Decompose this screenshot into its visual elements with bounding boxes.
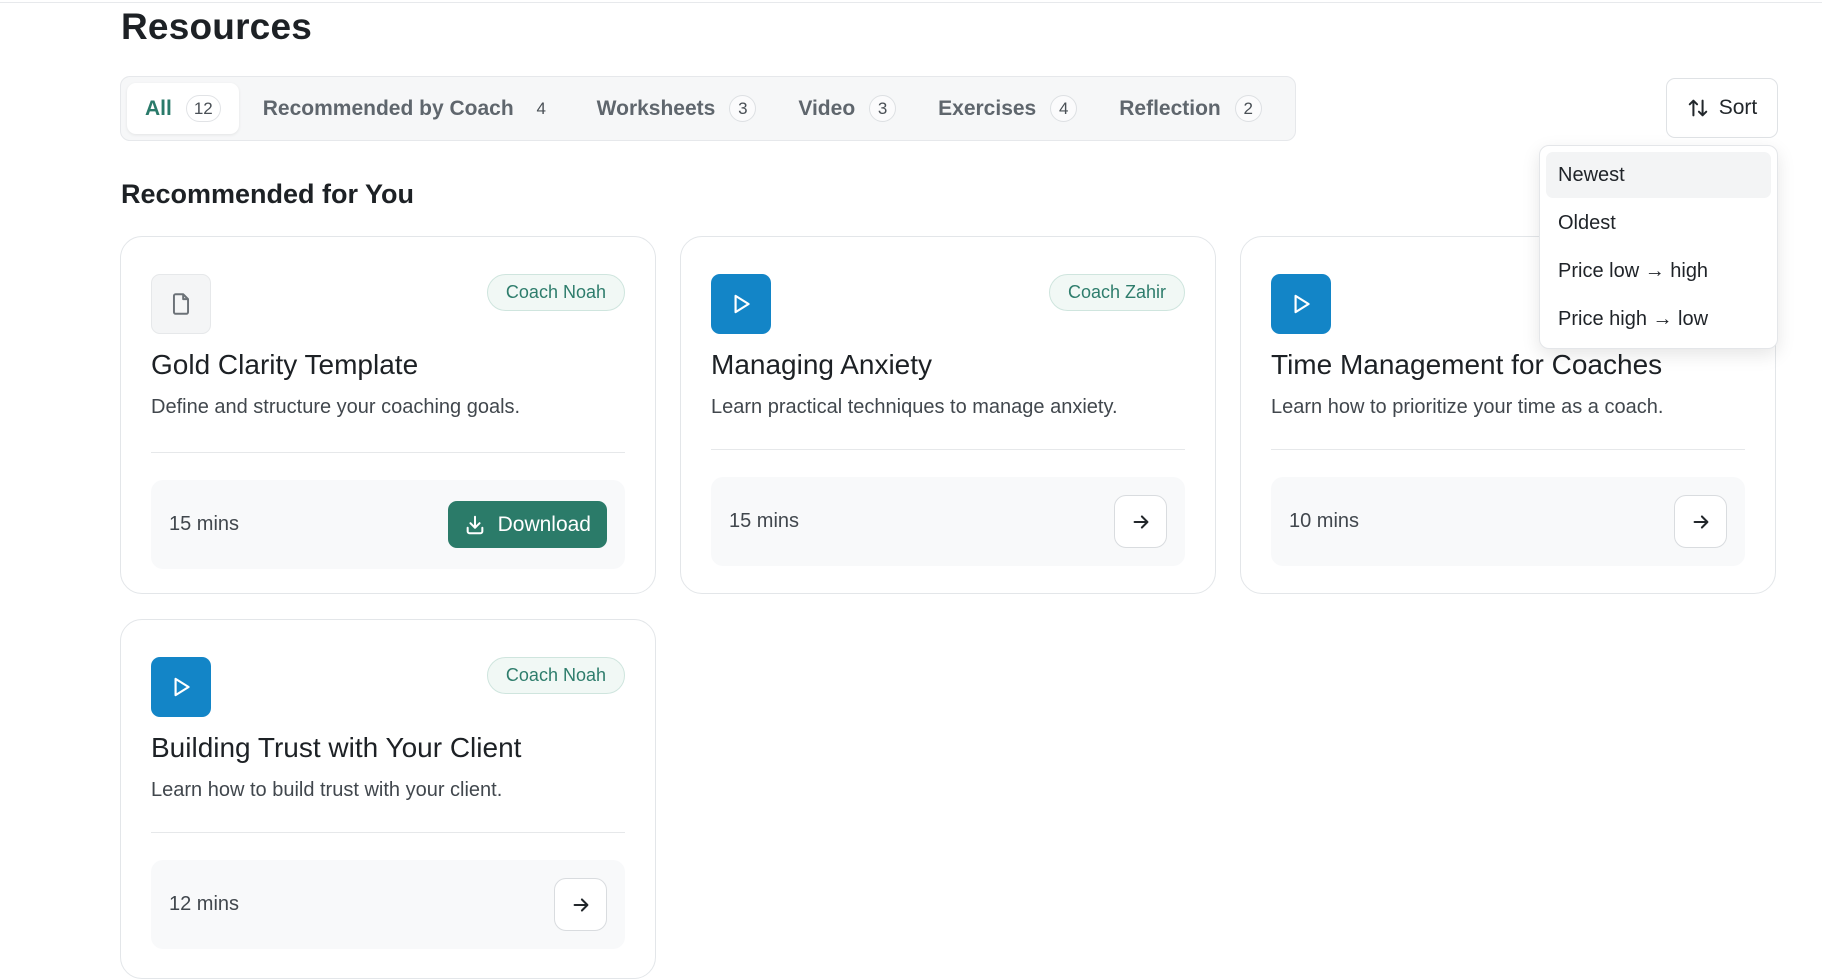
card-footer: 15 mins Download xyxy=(151,480,625,569)
play-icon xyxy=(711,274,771,334)
card-divider xyxy=(711,449,1185,450)
sort-option-newest[interactable]: Newest xyxy=(1546,152,1771,198)
tab-count: 4 xyxy=(1050,95,1078,122)
duration: 15 mins xyxy=(729,510,800,532)
section-title: Recommended for You xyxy=(121,179,415,209)
arrow-right-icon xyxy=(1133,514,1148,529)
sort-label: Sort xyxy=(1718,96,1758,119)
resource-card[interactable]: Coach Zahir Managing Anxiety Learn pract… xyxy=(680,236,1216,594)
tab-label: Reflection xyxy=(1119,96,1221,120)
tab-count: 3 xyxy=(869,95,897,122)
page-title: Resources xyxy=(121,6,313,47)
tab-count: 3 xyxy=(729,95,757,122)
tab-label: Video xyxy=(798,96,856,120)
tab-recommended-by-coach[interactable]: Recommended by Coach 4 xyxy=(245,83,573,134)
tab-label: Exercises xyxy=(938,96,1037,120)
duration: 10 mins xyxy=(1289,510,1360,532)
card-description: Define and structure your coaching goals… xyxy=(151,396,521,418)
card-description: Learn how to build trust with your clien… xyxy=(151,779,503,801)
open-button[interactable] xyxy=(1674,495,1727,548)
card-divider xyxy=(151,832,625,833)
card-footer: 15 mins xyxy=(711,477,1185,566)
tab-worksheets[interactable]: Worksheets 3 xyxy=(579,83,775,134)
tab-count: 2 xyxy=(1234,95,1262,122)
card-footer: 10 mins xyxy=(1271,477,1745,566)
coach-badge: Coach Noah xyxy=(486,657,625,694)
download-icon xyxy=(466,515,483,534)
arrow-right-icon xyxy=(1693,514,1708,529)
open-button[interactable] xyxy=(554,878,607,931)
tab-label: Worksheets xyxy=(596,96,716,120)
filter-tabs: All 12 Recommended by Coach 4 Worksheets… xyxy=(120,76,1296,141)
tab-label: Recommended by Coach xyxy=(262,96,514,120)
sort-option-oldest[interactable]: Oldest xyxy=(1546,200,1771,246)
card-title: Gold Clarity Template xyxy=(151,349,419,380)
card-title: Building Trust with Your Client xyxy=(151,732,522,763)
tab-all[interactable]: All 12 xyxy=(127,83,239,134)
open-button[interactable] xyxy=(1114,495,1167,548)
download-label: Download xyxy=(497,512,591,536)
document-icon xyxy=(151,274,211,334)
sort-menu: Newest Oldest Price low → high Price hig… xyxy=(1539,145,1778,349)
card-description: Learn practical techniques to manage anx… xyxy=(711,396,1118,418)
sort-arrows-icon xyxy=(1688,99,1707,117)
resource-card[interactable]: Coach Noah Building Trust with Your Clie… xyxy=(120,619,656,979)
card-title: Time Management for Coaches xyxy=(1271,349,1663,380)
duration: 15 mins xyxy=(169,513,240,535)
play-icon xyxy=(1271,274,1331,334)
sort-button[interactable]: Sort xyxy=(1666,78,1778,138)
duration: 12 mins xyxy=(169,893,240,915)
download-button[interactable]: Download xyxy=(447,501,607,548)
card-title: Managing Anxiety xyxy=(711,349,933,380)
coach-badge: Coach Zahir xyxy=(1048,274,1185,311)
tab-label: All xyxy=(145,96,172,120)
tab-count: 4 xyxy=(536,98,546,118)
card-divider xyxy=(1271,449,1745,450)
play-icon xyxy=(151,657,211,717)
resource-card[interactable]: Coach Noah Gold Clarity Template Define … xyxy=(120,236,656,594)
tab-count: 12 xyxy=(185,95,221,122)
top-divider xyxy=(0,2,1822,3)
coach-badge: Coach Noah xyxy=(486,274,625,311)
card-footer: 12 mins xyxy=(151,860,625,949)
tab-reflection[interactable]: Reflection 2 xyxy=(1101,83,1280,134)
sort-option-price-low-high[interactable]: Price low → high xyxy=(1546,248,1771,294)
tab-video[interactable]: Video 3 xyxy=(780,83,914,134)
card-divider xyxy=(151,452,625,453)
sort-option-price-high-low[interactable]: Price high → low xyxy=(1546,296,1771,342)
arrow-right-icon xyxy=(573,897,588,912)
tab-exercises[interactable]: Exercises 4 xyxy=(920,83,1095,134)
card-description: Learn how to prioritize your time as a c… xyxy=(1271,396,1664,418)
